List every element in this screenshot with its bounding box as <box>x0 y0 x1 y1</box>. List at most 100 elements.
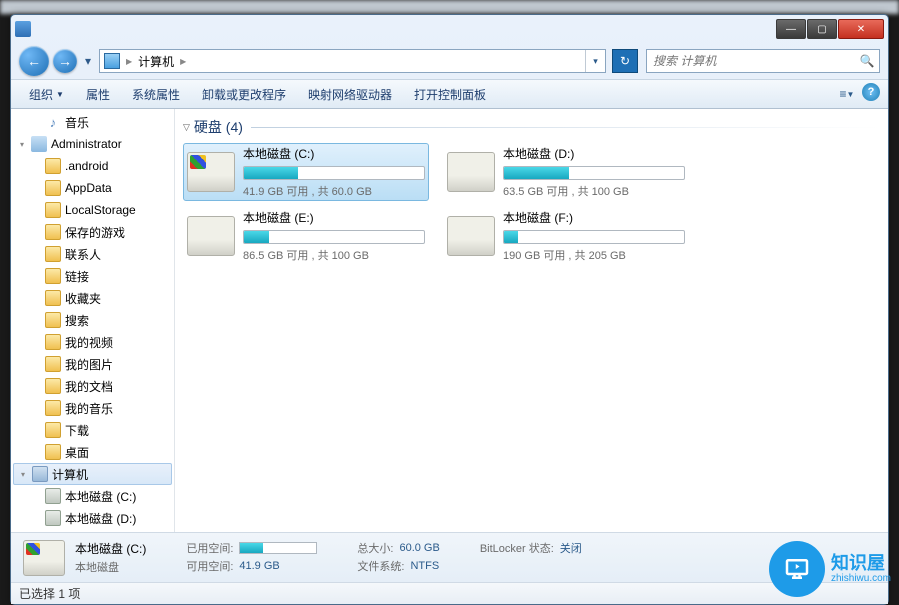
section-header-drives[interactable]: ▽ 硬盘 (4) <box>183 117 880 137</box>
sidebar-item-计算机[interactable]: ▾ 计算机 <box>13 463 172 485</box>
search-box[interactable]: 🔍 <box>646 49 880 73</box>
drive-name: 本地磁盘 (D:) <box>503 145 685 162</box>
collapse-icon[interactable]: ▽ <box>183 122 190 133</box>
drive-info: 190 GB 可用 , 共 205 GB <box>503 247 685 263</box>
music-icon: ♪ <box>45 114 61 130</box>
help-button[interactable]: ? <box>862 83 880 101</box>
nav-row: ← → ▾ ▶ 计算机 ▶ ▾ ↻ 🔍 <box>11 43 888 79</box>
search-input[interactable] <box>647 54 855 68</box>
filesystem-label: 文件系统: <box>357 558 404 574</box>
control-panel-button[interactable]: 打开控制面板 <box>404 82 496 107</box>
maximize-button[interactable]: ▢ <box>807 19 837 39</box>
content-pane[interactable]: ▽ 硬盘 (4) 本地磁盘 (C:)41.9 GB 可用 , 共 60.0 GB… <box>175 109 888 532</box>
sidebar-item-我的视频[interactable]: 我的视频 <box>11 331 174 353</box>
sidebar-item-搜索[interactable]: 搜索 <box>11 309 174 331</box>
section-label: 硬盘 (4) <box>194 117 243 137</box>
sidebar-item-下载[interactable]: 下载 <box>11 419 174 441</box>
sidebar-item-label: 桌面 <box>65 444 89 461</box>
uninstall-button[interactable]: 卸载或更改程序 <box>192 82 296 107</box>
folder-icon <box>45 312 61 328</box>
chevron-icon[interactable]: ▾ <box>18 470 28 479</box>
sidebar-item-label: 链接 <box>65 268 89 285</box>
chevron-icon[interactable]: ▾ <box>17 140 27 149</box>
back-button[interactable]: ← <box>19 46 49 76</box>
forward-button[interactable]: → <box>53 49 77 73</box>
computer-icon <box>104 53 120 69</box>
sidebar-item-label: 下载 <box>65 422 89 439</box>
folder-icon <box>45 378 61 394</box>
address-dropdown[interactable]: ▾ <box>585 50 605 72</box>
drive-name: 本地磁盘 (F:) <box>503 209 685 226</box>
drive-name: 本地磁盘 (C:) <box>243 145 425 162</box>
drive-icon <box>45 488 61 504</box>
sidebar-item-联系人[interactable]: 联系人 <box>11 243 174 265</box>
drive-icon <box>447 152 495 192</box>
drive-icon <box>187 216 235 256</box>
minimize-button[interactable]: — <box>776 19 806 39</box>
sidebar-item-我的音乐[interactable]: 我的音乐 <box>11 397 174 419</box>
breadcrumb-separator[interactable]: ▶ <box>178 57 188 66</box>
titlebar[interactable]: — ▢ ✕ <box>11 15 888 43</box>
sidebar-item-label: 搜索 <box>65 312 89 329</box>
folder-icon <box>45 158 61 174</box>
address-bar[interactable]: ▶ 计算机 ▶ ▾ <box>99 49 606 73</box>
sidebar-item-收藏夹[interactable]: 收藏夹 <box>11 287 174 309</box>
toolbar: 组织▼ 属性 系统属性 卸载或更改程序 映射网络驱动器 打开控制面板 ≡▼ ? <box>11 79 888 109</box>
usage-bar <box>243 166 425 180</box>
sidebar-item-我的文档[interactable]: 我的文档 <box>11 375 174 397</box>
breadcrumb-separator[interactable]: ▶ <box>124 57 134 66</box>
folder-icon <box>45 444 61 460</box>
properties-button[interactable]: 属性 <box>76 82 120 107</box>
sidebar-item-我的图片[interactable]: 我的图片 <box>11 353 174 375</box>
drive-icon <box>187 152 235 192</box>
sidebar-item-label: 收藏夹 <box>65 290 101 307</box>
sidebar-item-链接[interactable]: 链接 <box>11 265 174 287</box>
sidebar-item-本地磁盘 (D:)[interactable]: 本地磁盘 (D:) <box>11 507 174 529</box>
usage-bar <box>239 542 317 554</box>
nav-history-dropdown[interactable]: ▾ <box>81 52 95 70</box>
sidebar-item-保存的游戏[interactable]: 保存的游戏 <box>11 221 174 243</box>
sidebar-item-LocalStorage[interactable]: LocalStorage <box>11 199 174 221</box>
drive-item[interactable]: 本地磁盘 (E:)86.5 GB 可用 , 共 100 GB <box>183 207 429 265</box>
drive-item[interactable]: 本地磁盘 (D:)63.5 GB 可用 , 共 100 GB <box>443 143 689 201</box>
sidebar-item-label: 计算机 <box>52 466 88 483</box>
sidebar-item-本地磁盘 (C:)[interactable]: 本地磁盘 (C:) <box>11 485 174 507</box>
map-network-drive-button[interactable]: 映射网络驱动器 <box>298 82 402 107</box>
organize-menu[interactable]: 组织▼ <box>19 82 74 107</box>
sidebar-item-label: LocalStorage <box>65 203 136 217</box>
sidebar-item-label: 我的视频 <box>65 334 113 351</box>
sidebar-item-label: AppData <box>65 181 112 195</box>
drive-name: 本地磁盘 (E:) <box>243 209 425 226</box>
refresh-button[interactable]: ↻ <box>612 49 638 73</box>
navigation-pane[interactable]: ♪音乐 ▾ Administrator .android AppData LocalSto… <box>11 109 175 532</box>
sidebar-item-label: 音乐 <box>65 114 89 131</box>
sidebar-item-AppData[interactable]: AppData <box>11 177 174 199</box>
user-icon <box>31 136 47 152</box>
sidebar-item-Administrator[interactable]: ▾ Administrator <box>11 133 174 155</box>
folder-icon <box>45 246 61 262</box>
system-properties-button[interactable]: 系统属性 <box>122 82 190 107</box>
folder-icon <box>45 400 61 416</box>
status-text: 已选择 1 项 <box>19 585 80 602</box>
sidebar-item-.android[interactable]: .android <box>11 155 174 177</box>
view-options-button[interactable]: ≡▼ <box>836 83 858 105</box>
sidebar-item-音乐[interactable]: ♪音乐 <box>11 111 174 133</box>
search-icon[interactable]: 🔍 <box>855 54 879 68</box>
sidebar-item-label: Administrator <box>51 137 122 151</box>
sidebar-item-桌面[interactable]: 桌面 <box>11 441 174 463</box>
details-subtitle: 本地磁盘 <box>75 559 146 575</box>
drive-icon <box>447 216 495 256</box>
breadcrumb-computer[interactable]: 计算机 <box>134 50 178 72</box>
bitlocker-label: BitLocker 状态: <box>480 540 554 556</box>
drive-icon <box>23 540 65 576</box>
drive-icon <box>45 510 61 526</box>
drive-item[interactable]: 本地磁盘 (C:)41.9 GB 可用 , 共 60.0 GB <box>183 143 429 201</box>
drive-item[interactable]: 本地磁盘 (F:) 190 GB 可用 , 共 205 GB <box>443 207 689 265</box>
folder-icon <box>45 334 61 350</box>
total-size-label: 总大小: <box>357 540 393 556</box>
details-pane: 本地磁盘 (C:) 本地磁盘 已用空间: 可用空间:41.9 GB 总大小:60… <box>11 532 888 582</box>
usage-bar <box>503 166 685 180</box>
folder-icon <box>45 356 61 372</box>
sidebar-item-label: 我的图片 <box>65 356 113 373</box>
close-button[interactable]: ✕ <box>838 19 884 39</box>
